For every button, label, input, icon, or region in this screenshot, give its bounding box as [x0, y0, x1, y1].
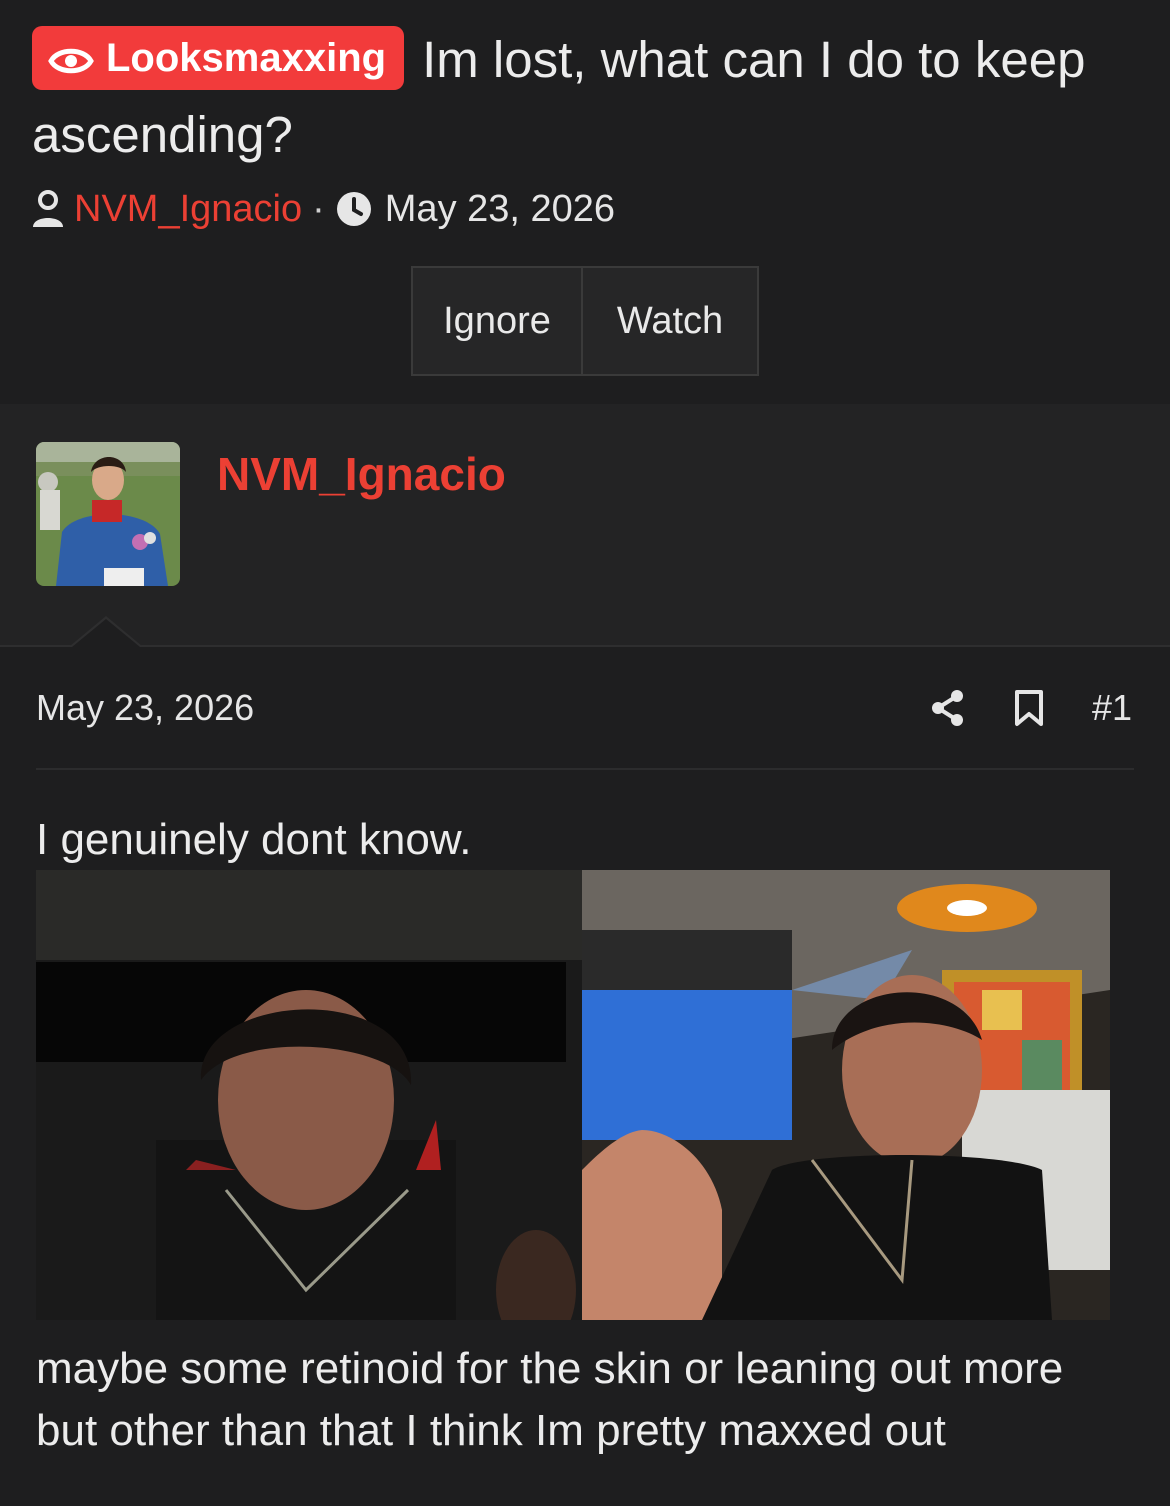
forum-badge[interactable]: Looksmaxxing — [32, 26, 405, 90]
post-header-rule — [36, 768, 1134, 770]
share-icon[interactable] — [930, 688, 966, 728]
user-icon — [33, 190, 63, 227]
thread-author-link[interactable]: NVM_Ignacio — [74, 186, 302, 232]
clock-icon — [336, 192, 371, 226]
message-pointer-inner — [72, 619, 140, 647]
bookmark-icon[interactable] — [1014, 689, 1044, 727]
forum-badge-label: Looksmaxxing — [106, 36, 387, 80]
meta-separator: · — [312, 188, 325, 230]
avatar[interactable] — [36, 442, 180, 586]
post-text-intro: I genuinely dont know. — [36, 815, 472, 864]
post-date[interactable]: May 23, 2026 — [36, 686, 254, 730]
post-user-bar: NVM_Ignacio — [0, 404, 1170, 646]
post-photo-front[interactable] — [36, 870, 582, 1320]
watch-button[interactable]: Watch — [583, 268, 757, 374]
post-text-body: maybe some retinoid for the skin or lean… — [36, 1344, 1064, 1455]
post-tools: #1 — [930, 684, 1132, 732]
thread-header: Looksmaxxing Im lost, what can I do to ke… — [0, 0, 1170, 404]
post-images — [36, 870, 1110, 1320]
post-photo-profile[interactable] — [582, 870, 1110, 1320]
post-username[interactable]: NVM_Ignacio — [217, 446, 506, 502]
thread-actions: Ignore Watch — [411, 266, 759, 376]
post-number-link[interactable]: #1 — [1092, 687, 1132, 729]
eye-icon — [48, 48, 94, 74]
thread-meta: NVM_Ignacio · May 23, 2026 — [30, 186, 615, 232]
divider — [0, 645, 1170, 647]
thread-title: Looksmaxxing Im lost, what can I do to ke… — [32, 22, 1132, 172]
thread-date[interactable]: May 23, 2026 — [385, 186, 615, 232]
ignore-button[interactable]: Ignore — [413, 268, 583, 374]
